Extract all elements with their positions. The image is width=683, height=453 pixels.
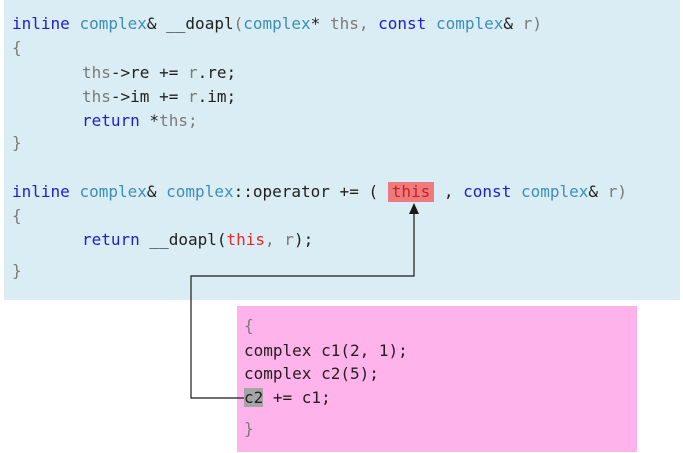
connector-arrow [190,203,419,399]
arrow-path [190,210,415,399]
arrow-head [409,203,419,214]
